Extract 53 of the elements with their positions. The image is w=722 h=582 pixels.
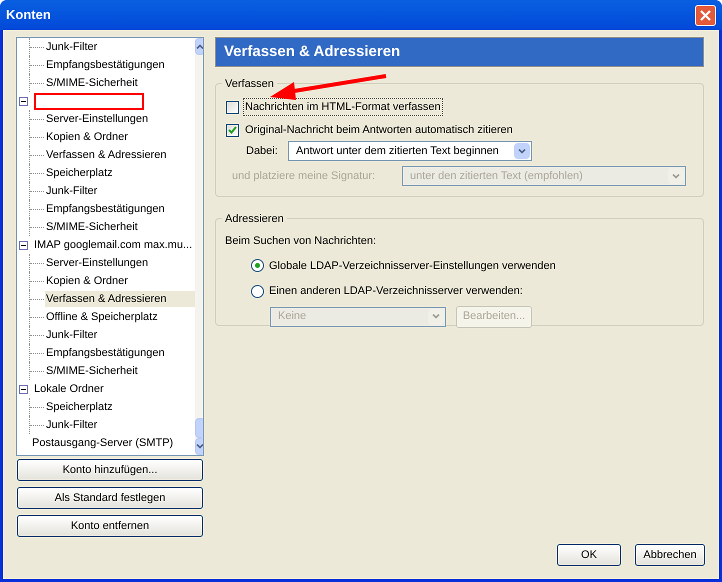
checkbox[interactable]	[226, 100, 239, 114]
chevron-up-icon[interactable]	[196, 44, 203, 49]
radio-button[interactable]	[251, 259, 264, 272]
scroll-up-button[interactable]	[195, 38, 203, 55]
tree-item[interactable]: Postausgang-Server (SMTP)	[31, 434, 174, 452]
tree-item[interactable]: Empfangsbestätigungen	[45, 200, 166, 218]
tree-item[interactable]: Junk-Filter	[45, 38, 98, 56]
tree-item[interactable]: Junk-Filter	[45, 416, 98, 434]
panel-header: Verfassen & Adressieren	[215, 37, 704, 67]
tree-item[interactable]: Junk-Filter	[45, 326, 98, 344]
field-label: Dabei:	[246, 144, 279, 159]
scroll-thumb[interactable]	[195, 418, 203, 438]
chevron-down-icon[interactable]	[196, 444, 203, 449]
close-icon[interactable]	[700, 10, 711, 20]
intro-text: Beim Suchen von Nachrichten:	[225, 234, 378, 249]
tree-item[interactable]: Server-Einstellungen	[45, 110, 150, 128]
radio-label[interactable]: Einen anderen LDAP-Verzeichnisserver verwenden:	[269, 283, 523, 300]
tree-item[interactable]: IMAP googlemail.com max.mu...	[33, 236, 194, 254]
radio-label[interactable]: Globale LDAP-Verzeichnisserver-Einstellungen verwenden	[269, 258, 556, 274]
close-button[interactable]	[695, 4, 716, 26]
tree-item[interactable]: Kopien & Ordner	[45, 128, 129, 146]
account-button[interactable]: Konto hinzufügen...	[17, 459, 203, 481]
tree-item[interactable]: S/MIME-Sicherheit	[45, 362, 139, 380]
dropdown[interactable]: Antwort unter dem zitierten Text beginnen	[288, 141, 532, 161]
tree-item[interactable]: Empfangsbestätigungen	[45, 344, 166, 362]
checkbox-label[interactable]: Original-Nachricht beim Antworten automatisch zitieren	[243, 120, 515, 140]
scroll-down-button[interactable]	[195, 438, 203, 455]
collapse-icon[interactable]	[19, 96, 28, 106]
tree-item[interactable]: Junk-Filter	[45, 182, 98, 200]
radio-button[interactable]	[251, 284, 264, 298]
tree-item[interactable]: Server-Einstellungen	[45, 254, 150, 272]
collapse-icon[interactable]	[19, 240, 28, 250]
tree-item[interactable]: Kopien & Ordner	[45, 272, 129, 290]
tree-item[interactable]: Lokale Ordner	[33, 380, 105, 398]
tree-item[interactable]: Verfassen & Adressieren	[45, 290, 195, 308]
tree-item[interactable]: S/MIME-Sicherheit	[45, 218, 139, 236]
tree-item[interactable]: S/MIME-Sicherheit	[45, 74, 139, 92]
window-title: Konten	[6, 6, 51, 24]
tree-item[interactable]: Empfangsbestätigungen	[45, 56, 166, 74]
chevron-down-icon[interactable]	[518, 148, 526, 154]
field-label: und platziere meine Signatur:	[232, 168, 376, 184]
account-button[interactable]: Als Standard festlegen	[17, 487, 203, 509]
scrollbar[interactable]	[195, 38, 203, 455]
tree-item[interactable]: Speicherplatz	[45, 164, 114, 182]
check-icon	[228, 126, 237, 134]
collapse-icon[interactable]	[19, 384, 28, 394]
dialog-button[interactable]: Abbrechen	[635, 544, 705, 566]
dialog-button[interactable]: OK	[557, 544, 621, 566]
tree-item[interactable]: Offline & Speicherplatz	[45, 308, 159, 326]
checkbox[interactable]	[226, 124, 239, 136]
tree-item[interactable]: Speicherplatz	[45, 398, 114, 416]
account-button[interactable]: Konto entfernen	[17, 515, 203, 537]
tree-item[interactable]: Verfassen & Adressieren	[45, 146, 168, 164]
